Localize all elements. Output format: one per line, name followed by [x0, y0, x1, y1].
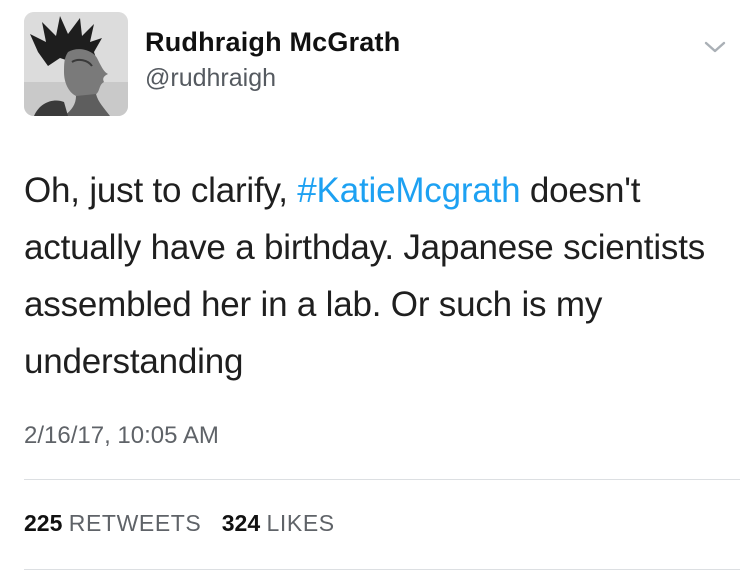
hashtag-link[interactable]: #KatieMcgrath [297, 171, 520, 210]
chevron-down-icon [704, 41, 726, 53]
likes-label: LIKES [266, 510, 335, 536]
more-options-button[interactable] [700, 34, 730, 60]
retweets-label: RETWEETS [68, 510, 202, 536]
likes-stat[interactable]: 324 LIKES [222, 510, 335, 537]
tweet-text-before: Oh, just to clarify, [24, 171, 298, 210]
retweets-count: 225 [24, 510, 63, 536]
retweets-stat[interactable]: 225 RETWEETS [24, 510, 201, 537]
likes-count: 324 [221, 510, 261, 536]
avatar[interactable] [24, 12, 128, 116]
tweet-text: Oh, just to clarify, #KatieMcgrath doesn… [24, 162, 739, 390]
user-display-name[interactable]: Rudhraigh McGrath [145, 27, 400, 58]
tweet-timestamp[interactable]: 2/16/17, 10:05 AM [24, 422, 219, 450]
divider [24, 479, 740, 480]
user-handle[interactable]: @rudhraigh [145, 64, 276, 93]
divider [24, 569, 740, 570]
avatar-photo [24, 12, 128, 116]
tweet-stats: 225 RETWEETS 324 LIKES [24, 510, 349, 537]
